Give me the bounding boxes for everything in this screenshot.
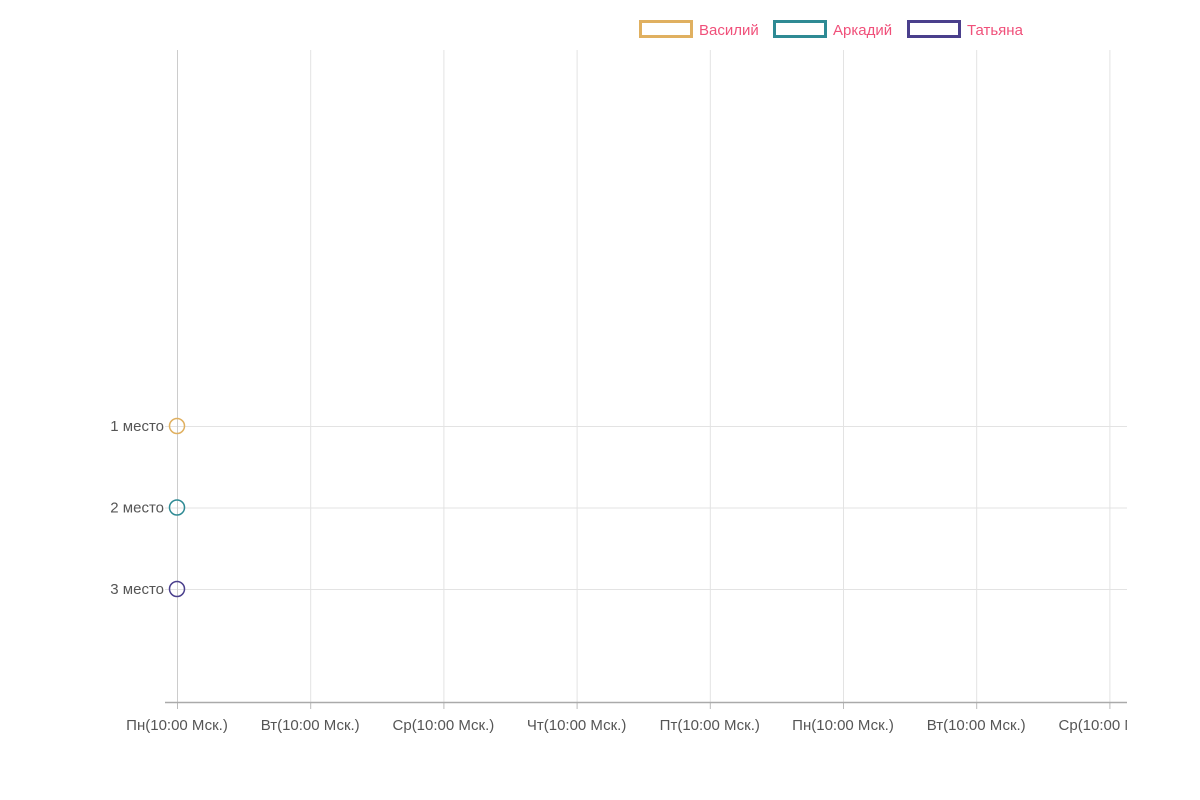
legend-item[interactable]: Аркадий bbox=[773, 20, 893, 40]
legend-label: Аркадий bbox=[833, 22, 892, 39]
data-point[interactable] bbox=[168, 499, 186, 516]
legend-swatch bbox=[773, 20, 827, 38]
x-gridlines bbox=[177, 50, 1111, 702]
x-tick-label: Вт(10:00 Мск.) bbox=[261, 717, 360, 734]
y-tick-labels: 1 место 2 место 3 место bbox=[110, 418, 164, 598]
y-tick-label: 3 место bbox=[110, 581, 164, 598]
legend-item[interactable]: Татьяна bbox=[907, 20, 1024, 40]
axes bbox=[165, 50, 1127, 709]
chart: Пн(10:00 Мск.) Вт(10:00 Мск.) Ср(10:00 Мск… bbox=[110, 20, 1161, 734]
data-point[interactable] bbox=[168, 580, 186, 598]
y-tick-label: 2 место bbox=[110, 500, 164, 517]
y-gridlines bbox=[165, 426, 1127, 590]
legend-swatch bbox=[639, 20, 693, 38]
x-tick-label: Ср(10:00 Мск.) bbox=[1059, 717, 1161, 734]
legend-item[interactable]: Василий bbox=[639, 20, 759, 40]
y-tick-label: 1 место bbox=[110, 418, 164, 435]
legend-label: Татьяна bbox=[967, 22, 1024, 39]
legend-swatch bbox=[907, 20, 961, 38]
x-tick-label: Пн(10:00 Мск.) bbox=[126, 717, 228, 734]
x-tick-label: Ср(10:00 Мск.) bbox=[393, 717, 495, 734]
legend-label: Василий bbox=[699, 22, 759, 39]
x-tick-label: Чт(10:00 Мск.) bbox=[527, 717, 626, 734]
x-tick-label: Пн(10:00 Мск.) bbox=[792, 717, 894, 734]
data-point[interactable] bbox=[168, 417, 186, 435]
x-tick-label: Вт(10:00 Мск.) bbox=[927, 717, 1026, 734]
x-tick-label: Пт(10:00 Мск.) bbox=[660, 717, 760, 734]
x-tick-labels: Пн(10:00 Мск.) Вт(10:00 Мск.) Ср(10:00 Мск… bbox=[126, 717, 1161, 734]
legend[interactable]: Василий Аркадий Татьяна bbox=[639, 20, 1024, 40]
